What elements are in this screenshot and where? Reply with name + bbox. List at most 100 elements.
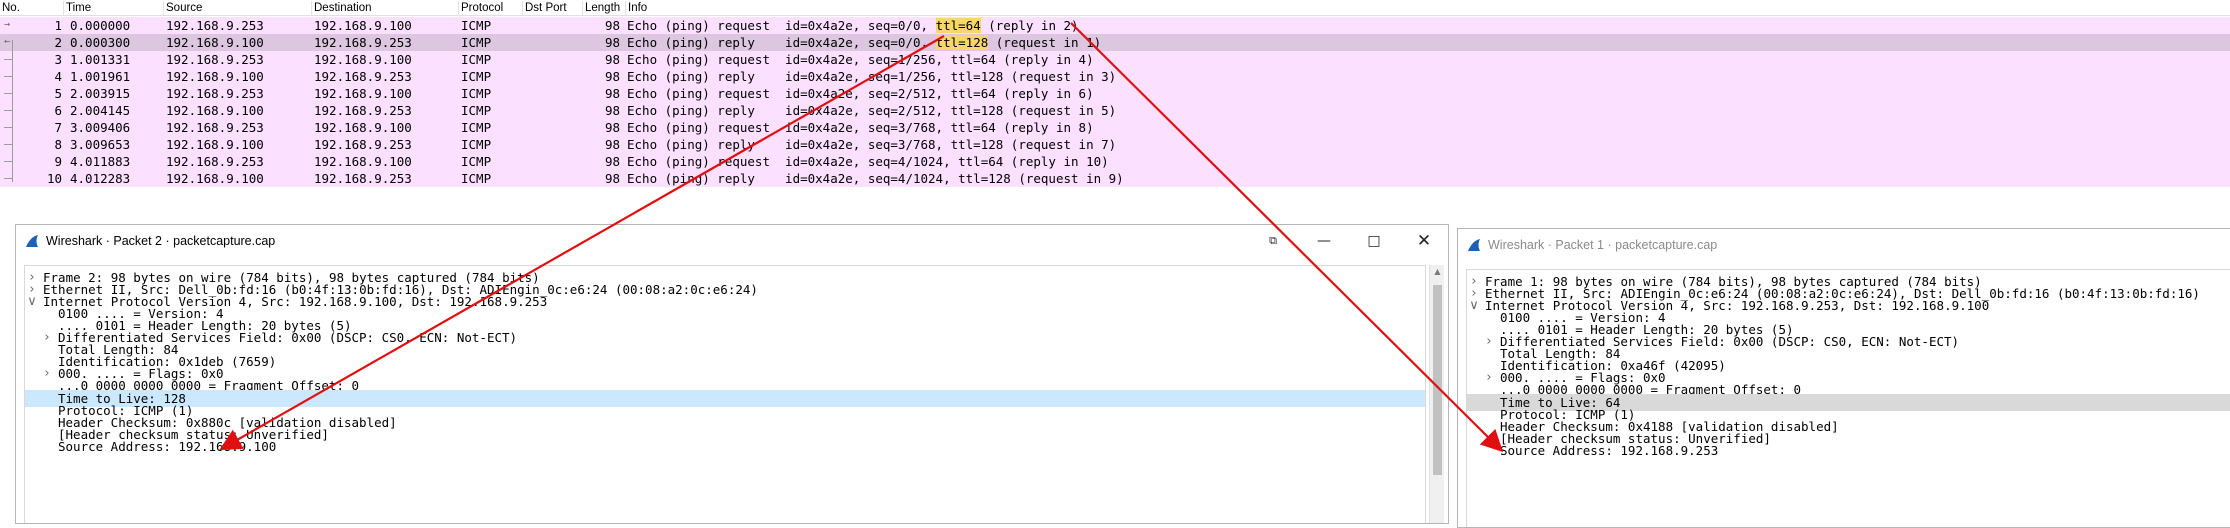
packet-row[interactable]: 10 4.012283 192.168.9.100 192.168.9.253 ICMP…	[0, 170, 2230, 187]
packet-length: 98	[604, 171, 620, 186]
packet-time: 0.000000	[70, 18, 131, 33]
packet-time: 2.003915	[70, 86, 131, 101]
packet-info-text: Echo (ping) request id=0x4a2e, seq=0/0,	[627, 18, 936, 33]
packet-1-window: Wireshark · Packet 1 · packetcapture.cap…	[1457, 228, 2230, 528]
packet-source: 192.168.9.253	[166, 154, 264, 169]
packet-row[interactable]: 7 3.009406 192.168.9.253 192.168.9.100 ICMP 9…	[0, 119, 2230, 136]
packet-info: Echo (ping) request id=0x4a2e, seq=2/512…	[627, 85, 1094, 102]
col-dst-port[interactable]: Dst Port	[523, 1, 583, 15]
scroll-up-icon[interactable]: ▲	[1430, 267, 1445, 276]
packet-row[interactable]: 4 1.001961 192.168.9.100 192.168.9.253 ICMP 9…	[0, 68, 2230, 85]
col-time[interactable]: Time	[64, 1, 164, 15]
packet-info-text: Echo (ping) reply id=0x4a2e, seq=3/768, …	[627, 137, 1117, 152]
packet-row[interactable]: 2 0.000300 192.168.9.100 192.168.9.253 ICMP 9…	[0, 34, 2230, 51]
conversation-tick	[4, 110, 12, 111]
packet-source: 192.168.9.100	[166, 171, 264, 186]
packet-list: No. Time Source Destination Protocol Dst…	[0, 0, 2230, 190]
packet-info: Echo (ping) request id=0x4a2e, seq=1/256…	[627, 51, 1094, 68]
packet-row[interactable]: 9 4.011883 192.168.9.253 192.168.9.100 ICMP 9…	[0, 153, 2230, 170]
packet-2-detail-tree[interactable]: › Frame 2: 98 bytes on wire (784 bits), 9…	[24, 265, 1426, 523]
packet-1-titlebar[interactable]: Wireshark · Packet 1 · packetcapture.cap	[1458, 229, 2230, 261]
packet-source: 192.168.9.100	[166, 69, 264, 84]
packet-destination: 192.168.9.100	[314, 86, 412, 101]
packet-time: 2.004145	[70, 103, 131, 118]
packet-protocol: ICMP	[461, 154, 492, 169]
packet-protocol: ICMP	[461, 103, 492, 118]
packet-protocol: ICMP	[461, 120, 492, 135]
packet-source: 192.168.9.253	[166, 18, 264, 33]
packet-info-suffix: (reply in 2)	[980, 18, 1079, 33]
packet-protocol: ICMP	[461, 171, 492, 186]
conversation-tick	[4, 178, 12, 179]
packet-protocol: ICMP	[461, 69, 492, 84]
packet-info: Echo (ping) reply id=0x4a2e, seq=0/0, tt…	[627, 34, 1101, 51]
packet-source: 192.168.9.253	[166, 86, 264, 101]
packet-source: 192.168.9.100	[166, 103, 264, 118]
packet-length: 98	[604, 154, 620, 169]
detail-text: Source Address: 192.168.9.100	[58, 438, 277, 454]
reply-arrow-icon: ←	[4, 36, 11, 47]
detail-row[interactable]: Source Address: 192.168.9.100	[25, 438, 1425, 455]
packet-row[interactable]: 8 3.009653 192.168.9.100 192.168.9.253 ICMP 9…	[0, 136, 2230, 153]
packet-destination: 192.168.9.253	[314, 137, 412, 152]
packet-source: 192.168.9.253	[166, 52, 264, 67]
packet-destination: 192.168.9.253	[314, 69, 412, 84]
maximize-icon[interactable]: □	[1362, 229, 1386, 253]
window-title: Wireshark · Packet 2 · packetcapture.cap	[46, 234, 276, 248]
packet-2-scrollbar[interactable]: ▲	[1429, 265, 1444, 523]
col-protocol[interactable]: Protocol	[459, 1, 523, 15]
packet-list-header: No. Time Source Destination Protocol Dst…	[0, 0, 2230, 16]
packet-2-titlebar[interactable]: Wireshark · Packet 2 · packetcapture.cap…	[16, 225, 1448, 257]
minimize-icon[interactable]: —	[1312, 229, 1336, 253]
packet-row[interactable]: 3 1.001331 192.168.9.253 192.168.9.100 ICMP 9…	[0, 51, 2230, 68]
packet-info: Echo (ping) request id=0x4a2e, seq=3/768…	[627, 119, 1094, 136]
conversation-tick	[4, 59, 12, 60]
packet-info-text: Echo (ping) reply id=0x4a2e, seq=0/0,	[627, 35, 936, 50]
col-destination[interactable]: Destination	[312, 1, 459, 15]
packet-length: 98	[604, 103, 620, 118]
packet-info-ttl: ttl=128	[935, 35, 989, 50]
packet-length: 98	[604, 137, 620, 152]
packet-destination: 192.168.9.253	[314, 171, 412, 186]
scroll-thumb[interactable]	[1433, 285, 1442, 475]
packet-source: 192.168.9.100	[166, 35, 264, 50]
packet-time: 4.011883	[70, 154, 131, 169]
detail-row[interactable]: Source Address: 192.168.9.253	[1467, 442, 2230, 459]
restore-window-icon[interactable]: ⧉	[1261, 229, 1285, 253]
shark-fin-icon	[1468, 239, 1480, 251]
packet-destination: 192.168.9.100	[314, 52, 412, 67]
packet-length: 98	[604, 52, 620, 67]
packet-destination: 192.168.9.253	[314, 35, 412, 50]
conversation-tick	[4, 127, 12, 128]
detail-text: Source Address: 192.168.9.253	[1500, 442, 1719, 458]
col-length[interactable]: Length	[583, 1, 626, 15]
packet-destination: 192.168.9.253	[314, 103, 412, 118]
packet-info-text: Echo (ping) reply id=0x4a2e, seq=2/512, …	[627, 103, 1117, 118]
conversation-tick	[4, 93, 12, 94]
packet-info-suffix: (request in 1)	[988, 35, 1102, 50]
packet-info-text: Echo (ping) request id=0x4a2e, seq=1/256…	[627, 52, 1094, 67]
shark-fin-icon	[26, 235, 38, 247]
col-source[interactable]: Source	[164, 1, 312, 15]
packet-info: Echo (ping) reply id=0x4a2e, seq=3/768, …	[627, 136, 1116, 153]
packet-length: 98	[604, 35, 620, 50]
packet-row[interactable]: 5 2.003915 192.168.9.253 192.168.9.100 ICMP 9…	[0, 85, 2230, 102]
packet-time: 3.009653	[70, 137, 131, 152]
conversation-tick	[4, 161, 12, 162]
packet-destination: 192.168.9.100	[314, 154, 412, 169]
packet-info-text: Echo (ping) request id=0x4a2e, seq=4/102…	[627, 154, 1109, 169]
packet-time: 0.000300	[70, 35, 131, 50]
packet-row[interactable]: 6 2.004145 192.168.9.100 192.168.9.253 ICMP 9…	[0, 102, 2230, 119]
col-info[interactable]: Info	[626, 1, 2230, 15]
packet-info-text: Echo (ping) reply id=0x4a2e, seq=1/256, …	[627, 69, 1117, 84]
packet-time: 3.009406	[70, 120, 131, 135]
packet-1-detail-tree[interactable]: › Frame 1: 98 bytes on wire (784 bits), 9…	[1466, 269, 2230, 527]
close-icon[interactable]: ✕	[1412, 229, 1436, 253]
packet-protocol: ICMP	[461, 52, 492, 67]
col-no[interactable]: No.	[0, 1, 64, 15]
packet-row[interactable]: 1 0.000000 192.168.9.253 192.168.9.100 ICMP 9…	[0, 17, 2230, 34]
packet-length: 98	[604, 18, 620, 33]
packet-length: 98	[604, 86, 620, 101]
packet-protocol: ICMP	[461, 18, 492, 33]
packet-info-ttl: ttl=64	[935, 18, 981, 33]
